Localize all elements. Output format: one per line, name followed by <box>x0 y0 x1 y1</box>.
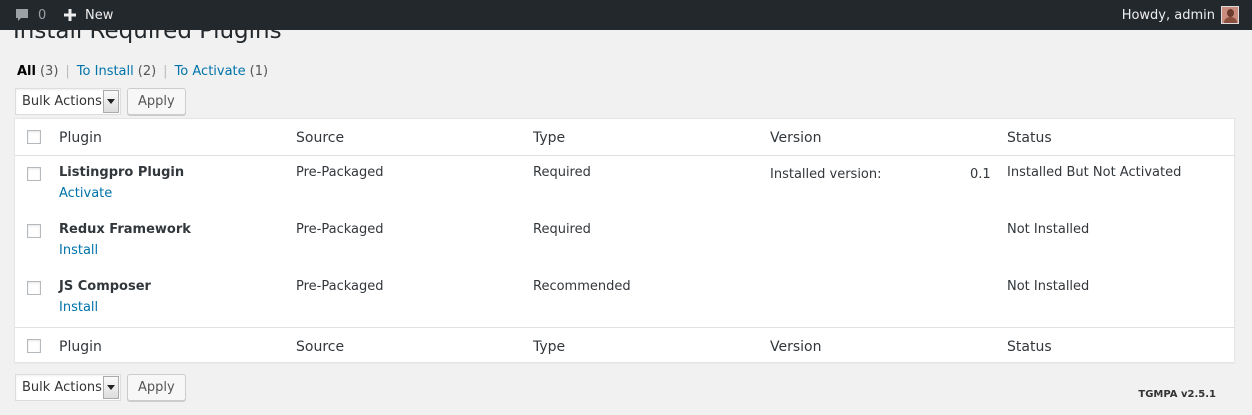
new-content-menu[interactable]: New <box>63 0 113 30</box>
plugin-status: Installed But Not Activated <box>1007 165 1182 180</box>
comments-count: 0 <box>38 7 47 23</box>
row-checkbox[interactable] <box>27 224 41 238</box>
filter-separator: | <box>65 64 70 79</box>
filter-all-count: (3) <box>39 64 59 79</box>
table-footer: Plugin Source Type Version Status <box>15 327 1234 364</box>
column-source-footer[interactable]: Source <box>296 339 344 355</box>
dropdown-arrow-icon <box>103 90 119 113</box>
bulk-actions-value: Bulk Actions <box>22 380 102 395</box>
plugin-name: JS Composer <box>59 279 151 294</box>
plus-icon <box>64 9 76 21</box>
bulk-actions-value: Bulk Actions <box>22 94 102 109</box>
table-row: Redux Framework Install Pre-Packaged Req… <box>15 222 1234 281</box>
filter-separator: | <box>163 64 168 79</box>
filter-to-install-count: (2) <box>137 64 157 79</box>
bulk-actions-select-bottom[interactable]: Bulk Actions <box>15 374 121 401</box>
plugin-source: Pre-Packaged <box>296 279 384 294</box>
select-all-checkbox[interactable] <box>27 130 41 144</box>
plugin-name: Listingpro Plugin <box>59 165 185 180</box>
account-menu[interactable]: Howdy, admin <box>1122 0 1239 30</box>
column-status-footer[interactable]: Status <box>1007 339 1052 355</box>
column-type-footer[interactable]: Type <box>533 339 565 355</box>
column-source[interactable]: Source <box>296 130 344 146</box>
column-status[interactable]: Status <box>1007 130 1052 146</box>
installed-version-value: 0.1 <box>970 167 991 182</box>
plugins-table: Plugin Source Type Version Status Listin… <box>14 118 1235 363</box>
row-checkbox[interactable] <box>27 281 41 295</box>
apply-button-top[interactable]: Apply <box>127 88 186 115</box>
filter-to-activate-count: (1) <box>249 64 269 79</box>
select-all-checkbox-footer[interactable] <box>27 339 41 353</box>
table-header: Plugin Source Type Version Status <box>15 119 1234 156</box>
column-version[interactable]: Version <box>770 130 821 146</box>
row-checkbox[interactable] <box>27 167 41 181</box>
filter-to-activate[interactable]: To Activate <box>175 64 246 79</box>
column-plugin-footer[interactable]: Plugin <box>59 339 102 355</box>
installed-version-label: Installed version: <box>770 167 882 182</box>
plugin-source: Pre-Packaged <box>296 222 384 237</box>
install-link[interactable]: Install <box>59 243 98 258</box>
comment-bubble-icon <box>16 9 28 21</box>
avatar <box>1221 6 1239 24</box>
plugin-name: Redux Framework <box>59 222 191 237</box>
apply-button-bottom[interactable]: Apply <box>127 374 186 401</box>
admin-bar: 0 New Howdy, admin <box>0 0 1252 30</box>
plugin-type: Required <box>533 222 591 237</box>
bulk-actions-select-top[interactable]: Bulk Actions <box>15 88 121 115</box>
filter-all[interactable]: All <box>17 64 36 79</box>
table-row: Listingpro Plugin Activate Pre-Packaged … <box>15 165 1234 224</box>
new-label: New <box>85 7 114 23</box>
filter-to-install[interactable]: To Install <box>77 64 134 79</box>
dropdown-arrow-icon <box>103 376 119 399</box>
status-filters: All (3) | To Install (2) | To Activate (… <box>17 64 268 79</box>
howdy-label: Howdy, admin <box>1121 7 1215 23</box>
tgmpa-version: TGMPA v2.5.1 <box>1138 389 1216 400</box>
plugin-type: Recommended <box>533 279 631 294</box>
bulk-actions-bottom: Bulk Actions Apply <box>15 374 186 401</box>
bulk-actions-top: Bulk Actions Apply <box>15 88 186 115</box>
plugin-status: Not Installed <box>1007 222 1090 237</box>
install-link[interactable]: Install <box>59 300 98 315</box>
column-version-footer[interactable]: Version <box>770 339 821 355</box>
column-type[interactable]: Type <box>533 130 565 146</box>
comments-menu[interactable]: 0 <box>14 0 46 30</box>
plugin-source: Pre-Packaged <box>296 165 384 180</box>
column-plugin[interactable]: Plugin <box>59 130 102 146</box>
plugin-status: Not Installed <box>1007 279 1090 294</box>
activate-link[interactable]: Activate <box>59 186 112 201</box>
plugin-type: Required <box>533 165 591 180</box>
